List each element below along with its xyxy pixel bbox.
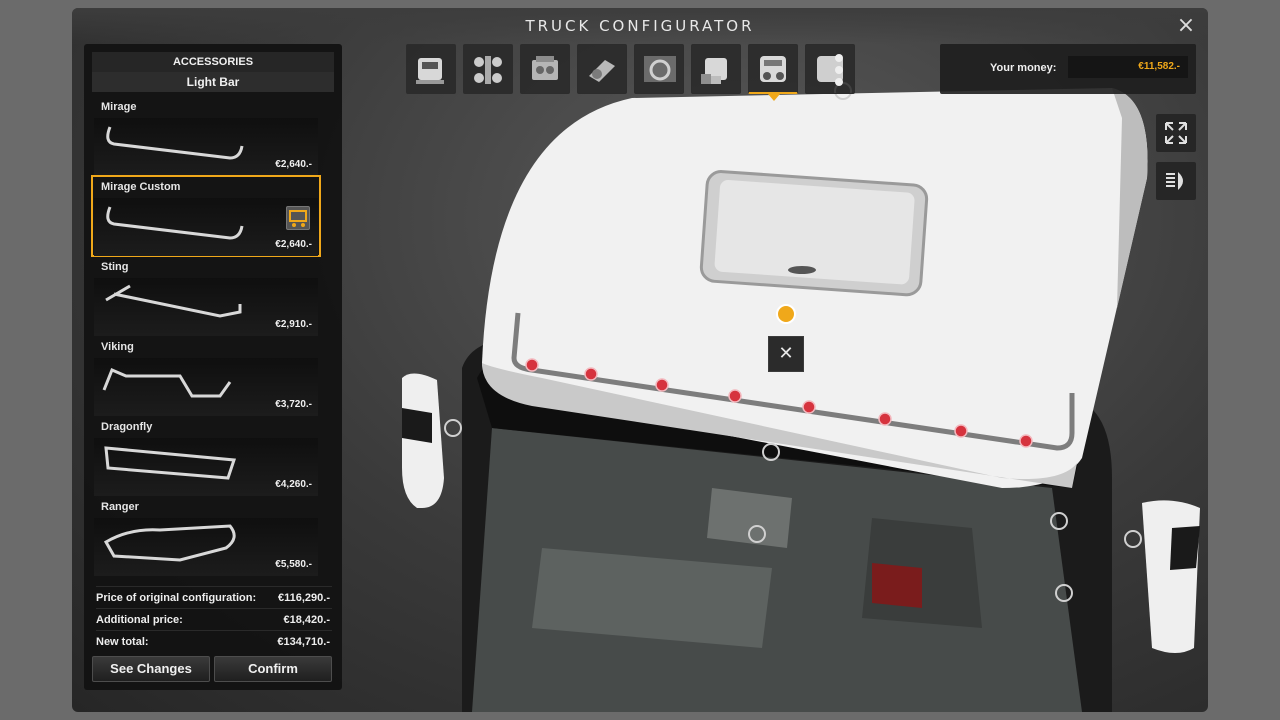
remove-accessory-button[interactable]: ✕ xyxy=(768,336,804,372)
tab-chassis[interactable] xyxy=(463,44,513,94)
item-price: €2,640.- xyxy=(275,159,312,170)
item-price: €2,910.- xyxy=(275,319,312,330)
tab-accessories-2[interactable] xyxy=(805,44,855,94)
additional-price-label: Additional price: xyxy=(96,613,183,626)
list-item[interactable]: Sting €2,910.- xyxy=(92,256,320,336)
tab-paint[interactable] xyxy=(691,44,741,94)
category-title: Light Bar xyxy=(92,72,334,92)
list-item-selected[interactable]: Mirage Custom €2,640.- xyxy=(91,175,321,257)
viking-lightbar-icon xyxy=(102,368,232,398)
list-item[interactable]: Mirage €2,640.- xyxy=(92,96,320,176)
item-price: €3,720.- xyxy=(275,399,312,410)
accessory-list: Mirage €2,640.- Mirage Custom €2,640.- S… xyxy=(91,96,334,576)
original-price-row: Price of original configuration: €116,29… xyxy=(96,586,332,608)
new-total-row: New total: €134,710.- xyxy=(96,630,332,652)
list-item[interactable]: Ranger €5,580.- xyxy=(92,496,320,576)
tab-accessories[interactable] xyxy=(748,44,798,101)
paint-icon xyxy=(701,58,727,84)
interior-icon xyxy=(644,56,676,82)
price-summary: Price of original configuration: €116,29… xyxy=(96,586,332,652)
item-name: Viking xyxy=(101,341,134,353)
chassis-icon xyxy=(474,56,502,84)
item-name: Ranger xyxy=(101,501,139,513)
original-price-label: Price of original configuration: xyxy=(96,591,257,604)
money-label: Your money: xyxy=(990,62,1057,74)
item-price: €2,640.- xyxy=(275,239,312,250)
tab-engine[interactable] xyxy=(520,44,570,94)
see-changes-button[interactable]: See Changes xyxy=(92,656,210,682)
active-tab-indicator xyxy=(768,94,780,101)
window-title: TRUCK CONFIGURATOR xyxy=(72,8,1208,44)
close-icon[interactable]: × xyxy=(1174,14,1198,38)
list-item[interactable]: Dragonfly €4,260.- xyxy=(92,416,320,496)
expand-icon xyxy=(1165,122,1187,144)
accessories-panel: ACCESSORIES Light Bar Mirage €2,640.- Mi… xyxy=(84,44,342,690)
additional-price-value: €18,420.- xyxy=(283,613,330,626)
original-price-value: €116,290.- xyxy=(278,591,330,604)
tab-interior[interactable] xyxy=(634,44,684,94)
confirm-button[interactable]: Confirm xyxy=(214,656,332,682)
engine-icon xyxy=(532,56,558,80)
money-box: Your money: €11,582.- xyxy=(940,44,1196,94)
ranger-lightbar-icon xyxy=(103,524,236,562)
item-price: €4,260.- xyxy=(275,479,312,490)
tab-transmission[interactable] xyxy=(577,44,627,94)
accessories-icon xyxy=(760,56,786,82)
fullscreen-button[interactable] xyxy=(1156,114,1196,152)
headlight-icon xyxy=(1166,172,1183,190)
item-name: Mirage Custom xyxy=(101,181,181,193)
truck-view[interactable]: TRUCK CONFIGURATOR × Your money: €11,582… xyxy=(72,8,1208,712)
item-price: €5,580.- xyxy=(275,559,312,570)
sting-lightbar-icon xyxy=(105,284,242,318)
item-name: Mirage xyxy=(101,101,137,113)
item-name: Sting xyxy=(101,261,129,273)
item-name: Dragonfly xyxy=(101,421,153,433)
panel-title: ACCESSORIES xyxy=(92,52,334,72)
cart-icon xyxy=(289,210,307,227)
money-value: €11,582.- xyxy=(1068,56,1188,78)
dragonfly-lightbar-icon xyxy=(104,446,237,480)
cabin-icon xyxy=(416,58,444,84)
additional-price-row: Additional price: €18,420.- xyxy=(96,608,332,630)
new-total-label: New total: xyxy=(96,635,149,648)
mirage-custom-lightbar-icon xyxy=(106,206,244,240)
category-tabs xyxy=(406,44,855,101)
lights-toggle-button[interactable] xyxy=(1156,162,1196,200)
mirage-lightbar-icon xyxy=(106,126,244,160)
transmission-icon xyxy=(589,60,615,82)
list-item[interactable]: Viking €3,720.- xyxy=(92,336,320,416)
new-total-value: €134,710.- xyxy=(277,635,330,648)
accessories-2-icon xyxy=(817,54,843,86)
tab-cabin[interactable] xyxy=(406,44,456,94)
buy-button[interactable] xyxy=(286,206,310,230)
